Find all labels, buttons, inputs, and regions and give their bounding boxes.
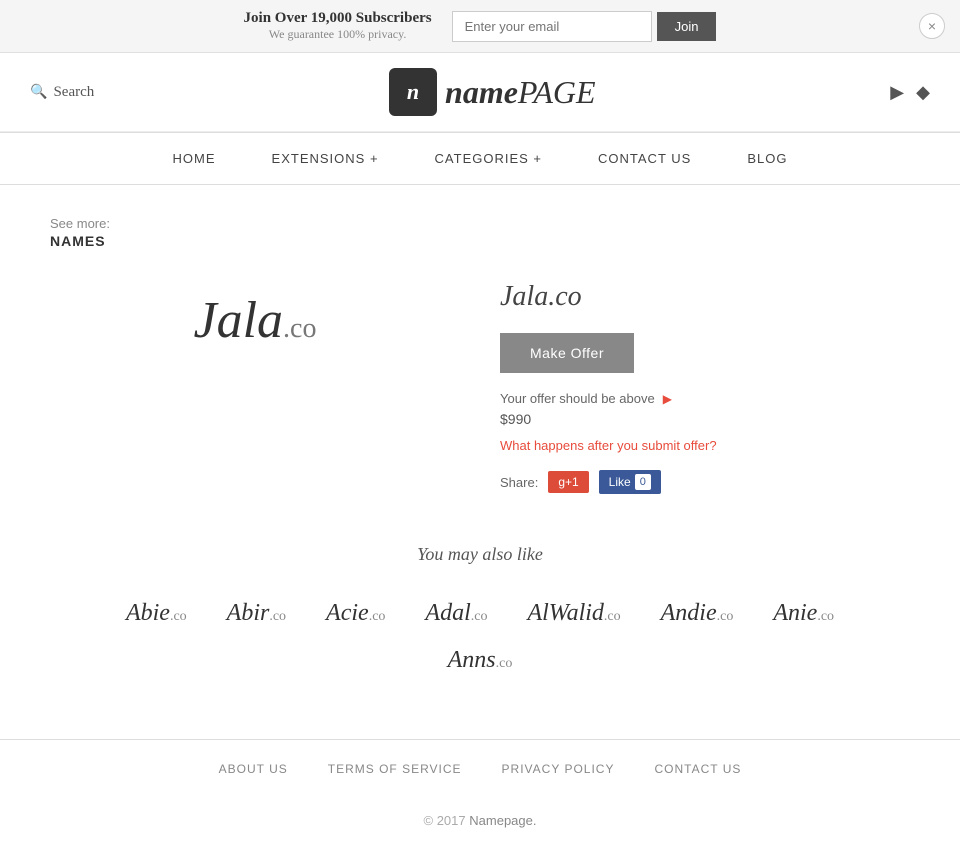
list-item[interactable]: Anie.co [758, 595, 849, 632]
names-link[interactable]: NAMES [50, 233, 106, 249]
email-input[interactable] [452, 11, 652, 42]
nav-item-extensions[interactable]: EXTENSIONS + [244, 133, 407, 184]
offer-above-text: Your offer should be above [500, 391, 655, 406]
banner-main-text: Join Over 19,000 Subscribers [244, 10, 432, 27]
offer-link[interactable]: What happens after you submit offer? [500, 438, 717, 453]
see-more-label: See more: [50, 216, 110, 231]
banner-text: Join Over 19,000 Subscribers We guarante… [244, 10, 432, 42]
share-label: Share: [500, 475, 538, 490]
copyright-year: © 2017 [424, 813, 466, 828]
offer-price: $990 [500, 411, 910, 427]
logo-icon: n [389, 68, 437, 116]
nav-item-contact[interactable]: CONTACT US [570, 133, 719, 184]
header: 🔍 Search n namePAGE ▶ ◆ [0, 53, 960, 132]
close-button[interactable]: × [919, 13, 945, 39]
make-offer-button[interactable]: Make Offer [500, 333, 634, 373]
similar-row2: Anns.co [50, 642, 910, 679]
offer-info: Your offer should be above ▶ [500, 391, 910, 406]
main-content: See more: NAMES Jala.co Jala.co Make Off… [0, 185, 960, 739]
domain-title: Jala.co [500, 281, 910, 313]
domain-section: Jala.co Jala.co Make Offer Your offer sh… [50, 271, 910, 494]
join-button[interactable]: Join [657, 12, 717, 41]
domain-logo-large: Jala.co [50, 271, 460, 494]
similar-grid: Abie.co Abir.co Acie.co Adal.co AlWalid.… [50, 595, 910, 632]
list-item[interactable]: Acie.co [311, 595, 400, 632]
list-item[interactable]: Adal.co [410, 595, 502, 632]
top-banner: Join Over 19,000 Subscribers We guarante… [0, 0, 960, 53]
search-label: Search [53, 84, 94, 101]
list-item[interactable]: Anns.co [433, 642, 528, 679]
facebook-icon[interactable]: ▶ [890, 82, 904, 103]
logo-text: namePAGE [445, 74, 596, 111]
similar-section: You may also like Abie.co Abir.co Acie.c… [50, 544, 910, 679]
search-area[interactable]: 🔍 Search [30, 84, 94, 101]
footer-copyright: © 2017 Namepage. [0, 798, 960, 858]
fb-like-label: Like [609, 475, 631, 489]
search-icon: 🔍 [30, 84, 47, 101]
list-item[interactable]: Andie.co [646, 595, 749, 632]
similar-title: You may also like [50, 544, 910, 565]
footer-link-terms[interactable]: TERMS OF SERVICE [328, 762, 462, 776]
list-item[interactable]: Abie.co [111, 595, 202, 632]
facebook-like-button[interactable]: Like 0 [599, 470, 661, 494]
gplus-button[interactable]: g+1 [548, 471, 588, 493]
list-item[interactable]: Abir.co [212, 595, 301, 632]
footer-link-about[interactable]: ABOUT US [219, 762, 288, 776]
brand-link[interactable]: Namepage. [469, 813, 536, 828]
nav-item-home[interactable]: HOME [145, 133, 244, 184]
footer-links: ABOUT US TERMS OF SERVICE PRIVACY POLICY… [0, 739, 960, 798]
domain-info: Jala.co Make Offer Your offer should be … [500, 271, 910, 494]
breadcrumb: See more: NAMES [50, 215, 910, 251]
domain-display-name: Jala.co [194, 291, 317, 350]
nav-item-categories[interactable]: CATEGORIES + [407, 133, 570, 184]
list-item[interactable]: AlWalid.co [512, 595, 635, 632]
navigation: HOME EXTENSIONS + CATEGORIES + CONTACT U… [0, 132, 960, 185]
nav-item-blog[interactable]: BLOG [719, 133, 815, 184]
offer-arrow-icon: ▶ [663, 392, 672, 406]
footer-link-contact[interactable]: CONTACT US [654, 762, 741, 776]
share-area: Share: g+1 Like 0 [500, 470, 910, 494]
logo-area: n namePAGE [389, 68, 596, 116]
logo-box[interactable]: n namePAGE [389, 68, 596, 116]
twitter-icon[interactable]: ◆ [916, 82, 930, 103]
banner-sub-text: We guarantee 100% privacy. [244, 27, 432, 42]
fb-count: 0 [635, 474, 651, 490]
footer-link-privacy[interactable]: PRIVACY POLICY [502, 762, 615, 776]
social-icons: ▶ ◆ [890, 82, 930, 103]
